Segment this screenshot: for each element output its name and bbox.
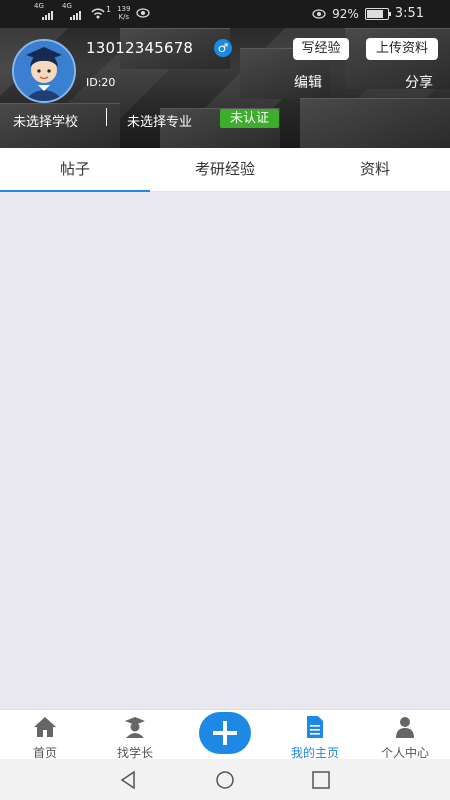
nav-my-homepage[interactable]: 我的主页 — [270, 710, 360, 760]
create-post-button[interactable] — [199, 712, 251, 754]
wifi-icon — [91, 8, 105, 19]
bg-tile — [300, 98, 450, 148]
upload-material-button[interactable]: 上传资料 — [366, 38, 438, 60]
verify-status-badge[interactable]: 未认证 — [220, 109, 280, 128]
speed-value: 139 — [117, 5, 131, 13]
graduate-icon — [125, 717, 145, 738]
share-link[interactable]: 分享 — [405, 72, 433, 92]
home-circle-icon[interactable] — [214, 769, 236, 791]
status-bar: 4G 4G 1 139 K/s 92% 3:51 — [0, 0, 450, 28]
avatar[interactable] — [12, 39, 76, 103]
nav-personal-center[interactable]: 个人中心 — [360, 710, 450, 760]
network-type-label: 4G — [34, 2, 44, 10]
eye-comfort-icon — [136, 8, 151, 18]
network-type-label-2: 4G — [62, 2, 72, 10]
write-experience-button[interactable]: 写经验 — [293, 38, 349, 60]
battery-percent: 92% — [332, 6, 359, 21]
divider — [106, 108, 107, 126]
tab-materials[interactable]: 资料 — [300, 148, 450, 191]
wifi-tag: 1 — [106, 5, 112, 14]
nav-find-senior[interactable]: 找学长 — [90, 710, 180, 760]
tab-exam-experience[interactable]: 考研经验 — [150, 148, 300, 191]
cellular-signal-icon: 4G — [34, 2, 56, 22]
male-icon: ♂ — [214, 39, 232, 57]
major-label[interactable]: 未选择专业 — [127, 111, 192, 130]
user-id: ID:20 — [86, 76, 116, 89]
profile-header: 13012345678 ♂ ID:20 写经验 上传资料 编辑 分享 未选择学校… — [0, 28, 450, 148]
eye-comfort-icon-right — [312, 8, 326, 19]
plus-icon — [213, 721, 237, 745]
tab-posts[interactable]: 帖子 — [0, 148, 150, 192]
document-icon — [307, 716, 323, 738]
user-phone: 13012345678 — [86, 39, 194, 57]
clock: 3:51 — [394, 6, 424, 21]
tab-bar: 帖子 考研经验 资料 — [0, 148, 450, 192]
content-area — [0, 192, 450, 709]
network-speed: 139 K/s — [117, 5, 130, 21]
back-triangle-icon[interactable] — [117, 769, 139, 791]
nav-home[interactable]: 首页 — [0, 710, 90, 760]
school-label[interactable]: 未选择学校 — [13, 111, 78, 130]
system-nav-bar — [0, 759, 450, 800]
home-icon — [34, 717, 56, 737]
edit-link[interactable]: 编辑 — [294, 72, 322, 92]
person-icon — [396, 717, 414, 738]
recent-square-icon[interactable] — [310, 769, 332, 791]
student-avatar-icon — [14, 41, 74, 101]
battery-icon — [364, 7, 391, 20]
cellular-signal-icon-2: 4G — [62, 2, 84, 22]
speed-unit: K/s — [118, 13, 130, 21]
